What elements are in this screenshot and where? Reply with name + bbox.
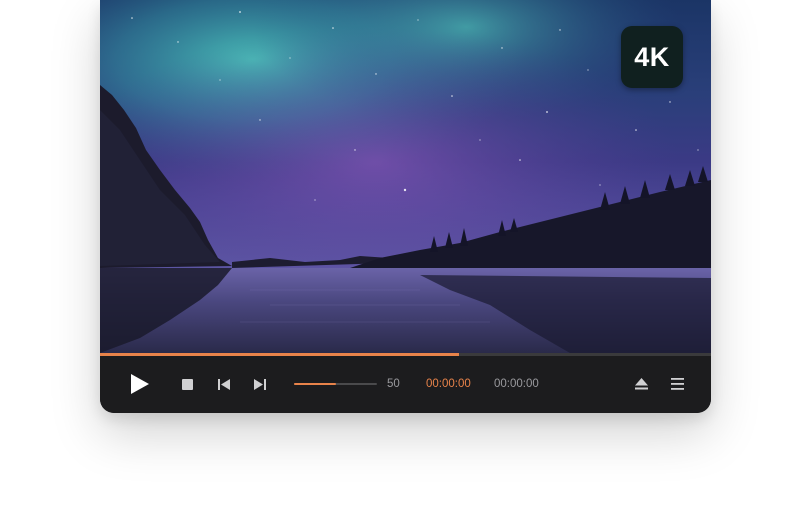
- next-button[interactable]: [253, 378, 266, 390]
- volume-slider[interactable]: [294, 383, 377, 385]
- control-bar: 50 00:00:00 00:00:00: [100, 356, 711, 413]
- 4k-quality-badge: 4K: [621, 26, 683, 88]
- skip-previous-icon: [217, 378, 230, 390]
- play-button[interactable]: [128, 371, 152, 397]
- total-duration: 00:00:00: [494, 378, 539, 390]
- menu-button[interactable]: [670, 377, 684, 391]
- stop-icon: [181, 378, 193, 390]
- skip-next-icon: [253, 378, 266, 390]
- video-frame[interactable]: 4K: [100, 0, 711, 353]
- video-landscape-image: [100, 0, 711, 353]
- stop-button[interactable]: [181, 378, 193, 390]
- menu-icon: [670, 378, 684, 390]
- play-icon: [131, 374, 149, 394]
- volume-value: 50: [387, 378, 400, 390]
- video-player: 4K 50 00:00:00 00:00:00: [100, 0, 711, 413]
- previous-button[interactable]: [217, 378, 230, 390]
- eject-button[interactable]: [634, 377, 648, 391]
- eject-icon: [634, 378, 648, 390]
- current-time: 00:00:00: [426, 378, 471, 390]
- volume-slider-fill: [294, 383, 336, 385]
